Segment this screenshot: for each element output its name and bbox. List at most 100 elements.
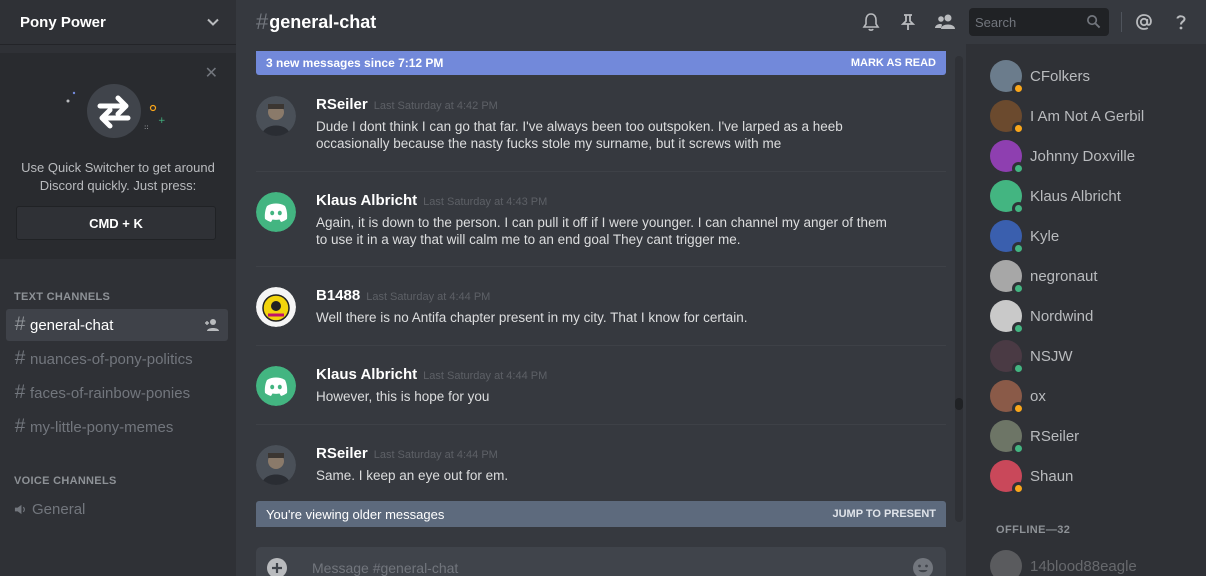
chat-header: # general-chat xyxy=(236,0,1206,44)
hash-icon: # xyxy=(14,416,26,437)
message-author[interactable]: Klaus Albricht Last Saturday at 4:43 PM xyxy=(316,192,547,209)
new-messages-bar[interactable]: 3 new messages since 7:12 PM MARK AS REA… xyxy=(256,51,946,75)
voice-channels-category[interactable]: VOICE CHANNELS xyxy=(14,475,117,487)
hash-icon: # xyxy=(14,382,26,403)
voice-channel-general[interactable]: General xyxy=(6,493,228,525)
mark-as-read-button[interactable]: MARK AS READ xyxy=(851,57,936,69)
member-name: RSeiler xyxy=(1030,427,1080,445)
discord-logo-avatar[interactable] xyxy=(256,366,296,406)
member-item[interactable]: Kyle xyxy=(990,216,1200,256)
message-text: However, this is hope for you xyxy=(316,389,490,404)
channel-general-chat[interactable]: # general-chat xyxy=(6,309,228,341)
channel-nuances-of-pony-politics[interactable]: # nuances-of-pony-politics xyxy=(6,343,228,375)
quick-switcher-shortcut[interactable]: CMD + K xyxy=(16,206,216,240)
member-name: Johnny Doxville xyxy=(1030,147,1136,165)
older-messages-bar[interactable]: You're viewing older messages JUMP TO PR… xyxy=(256,501,946,527)
member-item[interactable]: Nordwind xyxy=(990,296,1200,336)
channel-title: general-chat xyxy=(269,11,377,32)
idle-status-icon xyxy=(1012,122,1025,135)
message-timestamp: Last Saturday at 4:44 PM xyxy=(373,449,498,461)
upload-plus-icon[interactable] xyxy=(266,557,288,576)
online-status-icon xyxy=(1012,442,1025,455)
channel-label: faces-of-rainbow-ponies xyxy=(30,384,191,402)
members-icon[interactable] xyxy=(934,12,958,32)
header-divider xyxy=(1121,12,1122,32)
message-timestamp: Last Saturday at 4:43 PM xyxy=(423,196,548,208)
channel-my-little-pony-memes[interactable]: # my-little-pony-memes xyxy=(6,411,228,443)
member-name: Kyle xyxy=(1030,227,1060,245)
user-avatar[interactable] xyxy=(256,445,296,485)
scrollbar-thumb[interactable] xyxy=(955,398,963,410)
member-avatar xyxy=(990,220,1025,255)
mention-icon[interactable] xyxy=(1134,12,1154,32)
speaker-icon xyxy=(14,504,25,514)
member-avatar xyxy=(990,420,1025,455)
member-item[interactable]: NSJW xyxy=(990,336,1200,376)
member-item[interactable]: Shaun xyxy=(990,456,1200,496)
close-icon[interactable]: ✕ xyxy=(205,63,218,83)
server-header[interactable]: Pony Power xyxy=(0,0,236,44)
message-text: Well there is no Antifa chapter present … xyxy=(316,310,748,325)
channel-sidebar: Pony Power ✕ + :: Use Quick Switcher to … xyxy=(0,0,236,576)
discord-logo-avatar[interactable] xyxy=(256,192,296,232)
member-name: CFolkers xyxy=(1030,67,1091,85)
message-timestamp: Last Saturday at 4:44 PM xyxy=(366,291,491,303)
member-item[interactable]: CFolkers xyxy=(990,56,1200,96)
message-divider xyxy=(256,171,946,172)
text-channels-category[interactable]: TEXT CHANNELS xyxy=(14,291,110,303)
member-avatar xyxy=(990,180,1025,215)
online-status-icon xyxy=(1012,322,1025,335)
idle-status-icon xyxy=(1012,402,1025,415)
quick-switcher-text: Use Quick Switcher to get around Discord… xyxy=(21,160,215,193)
member-avatar xyxy=(990,140,1025,175)
online-status-icon xyxy=(1012,282,1025,295)
quick-switcher-tip: ✕ + :: Use Quick Switcher to get around … xyxy=(0,53,236,259)
message-author[interactable]: Klaus Albricht Last Saturday at 4:44 PM xyxy=(316,366,547,383)
member-item[interactable]: negronaut xyxy=(990,256,1200,296)
message-input[interactable] xyxy=(312,547,892,576)
message-divider xyxy=(256,266,946,267)
pin-icon[interactable] xyxy=(898,12,918,32)
search-box xyxy=(969,8,1109,36)
message-timestamp: Last Saturday at 4:44 PM xyxy=(423,370,548,382)
message-author[interactable]: RSeiler Last Saturday at 4:44 PM xyxy=(316,445,498,462)
member-item-offline[interactable]: 14blood88eagle xyxy=(990,546,1200,576)
new-messages-text: 3 new messages since 7:12 PM xyxy=(266,56,444,70)
svg-text:+: + xyxy=(158,116,166,126)
member-list: CFolkers I Am Not A Gerbil Johnny Doxvil… xyxy=(966,44,1206,576)
bell-icon[interactable] xyxy=(861,12,881,32)
hash-icon: # xyxy=(256,9,269,34)
member-name: Shaun xyxy=(1030,467,1074,485)
online-status-icon xyxy=(1012,242,1025,255)
member-item[interactable]: I Am Not A Gerbil xyxy=(990,96,1200,136)
online-status-icon xyxy=(1012,162,1025,175)
member-item[interactable]: Klaus Albricht xyxy=(990,176,1200,216)
member-avatar xyxy=(990,300,1025,335)
help-icon[interactable] xyxy=(1171,12,1191,32)
online-status-icon xyxy=(1012,362,1025,375)
jump-to-present-button[interactable]: JUMP TO PRESENT xyxy=(832,508,936,520)
hash-icon: # xyxy=(14,348,26,369)
user-avatar[interactable] xyxy=(256,96,296,136)
message-author[interactable]: B1488 Last Saturday at 4:44 PM xyxy=(316,287,490,304)
svg-text:::: :: xyxy=(144,123,149,131)
search-icon[interactable] xyxy=(1086,14,1101,29)
add-user-icon[interactable] xyxy=(204,317,220,333)
scrollbar-track[interactable] xyxy=(955,56,963,522)
member-name: ox xyxy=(1030,387,1046,405)
member-item[interactable]: Johnny Doxville xyxy=(990,136,1200,176)
message-text: Again, it is down to the person. I can p… xyxy=(316,215,887,247)
channel-label: nuances-of-pony-politics xyxy=(30,350,193,368)
member-name: NSJW xyxy=(1030,347,1073,365)
message-timestamp: Last Saturday at 4:42 PM xyxy=(373,100,498,112)
member-name: Nordwind xyxy=(1030,307,1094,325)
member-item[interactable]: ox xyxy=(990,376,1200,416)
chevron-down-icon xyxy=(207,18,219,26)
channel-faces-of-rainbow-ponies[interactable]: # faces-of-rainbow-ponies xyxy=(6,377,228,409)
emblem-avatar[interactable] xyxy=(256,287,296,327)
hash-icon: # xyxy=(14,314,26,335)
member-item[interactable]: RSeiler xyxy=(990,416,1200,456)
emoji-icon[interactable] xyxy=(912,557,934,576)
message-divider xyxy=(256,345,946,346)
message-author[interactable]: RSeiler Last Saturday at 4:42 PM xyxy=(316,96,498,113)
